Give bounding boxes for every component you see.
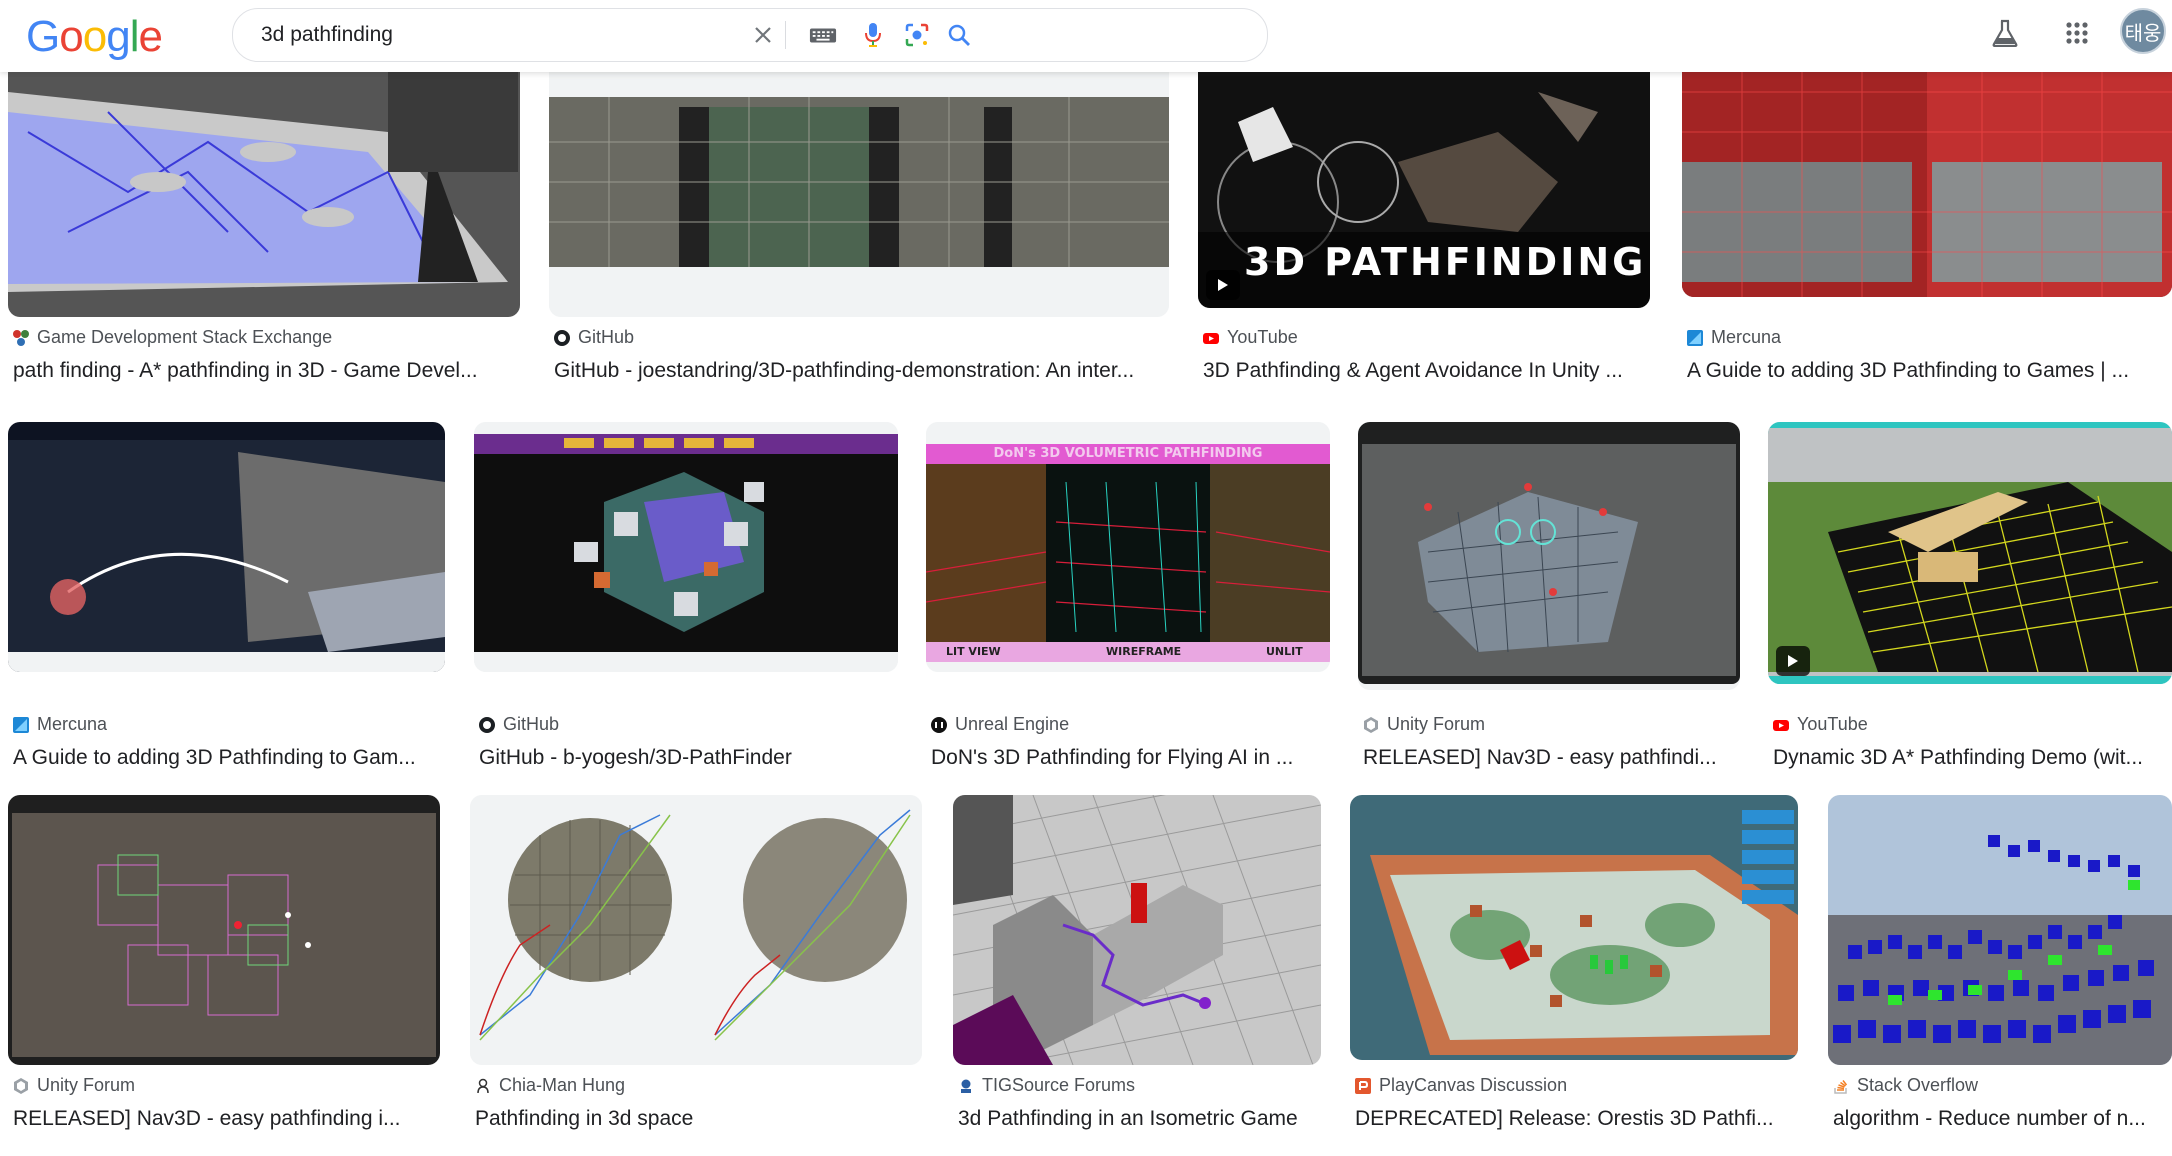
top-bar: Google 태웅 [0, 0, 2172, 72]
result-card[interactable]: Game Development Stack Exchange path fin… [8, 52, 520, 392]
result-thumbnail[interactable] [1768, 422, 2172, 684]
result-thumbnail[interactable] [1358, 422, 1740, 690]
person-icon [477, 1078, 489, 1093]
play-icon [1776, 646, 1810, 676]
result-source[interactable]: Unreal Engine [931, 714, 1069, 735]
result-thumbnail[interactable] [8, 52, 520, 317]
playcanvas-icon [1355, 1077, 1371, 1094]
result-source[interactable]: Mercuna [13, 714, 107, 735]
result-thumbnail[interactable] [8, 795, 440, 1065]
result-title[interactable]: DoN's 3D Pathfinding for Flying AI in ..… [931, 746, 1329, 770]
result-card[interactable]: GitHub GitHub - joestandring/3D-pathfind… [549, 52, 1169, 392]
result-card[interactable]: TIGSource Forums 3d Pathfinding in an Is… [953, 795, 1321, 1156]
result-source[interactable]: Stack Overflow [1833, 1075, 1978, 1096]
thumbnail-label: WIREFRAME [1106, 645, 1182, 658]
result-source[interactable]: Chia-Man Hung [475, 1075, 625, 1096]
github-icon [479, 716, 495, 733]
result-card[interactable]: 3D PATHFINDING YouTube 3D Pathfinding & … [1198, 52, 1650, 392]
result-source[interactable]: Unity Forum [1363, 714, 1485, 735]
result-source[interactable]: PlayCanvas Discussion [1355, 1075, 1567, 1096]
result-title[interactable]: GitHub - joestandring/3D-pathfinding-dem… [554, 359, 1167, 383]
result-title[interactable]: Dynamic 3D A* Pathfinding Demo (wit... [1773, 746, 2170, 770]
search-icon[interactable] [945, 21, 973, 49]
result-source[interactable]: Game Development Stack Exchange [13, 327, 332, 348]
result-card[interactable]: Unity Forum RELEASED] Nav3D - easy pathf… [8, 795, 440, 1156]
result-thumbnail[interactable] [1828, 795, 2172, 1065]
mercuna-icon [1687, 329, 1703, 346]
result-card[interactable]: Unity Forum RELEASED] Nav3D - easy pathf… [1358, 422, 1740, 769]
result-title[interactable]: A Guide to adding 3D Pathfinding to Gam.… [13, 746, 443, 770]
result-title[interactable]: algorithm - Reduce number of n... [1833, 1107, 2170, 1131]
result-card[interactable]: Mercuna A Guide to adding 3D Pathfinding… [1682, 52, 2172, 392]
result-title[interactable]: Pathfinding in 3d space [475, 1107, 920, 1131]
tigsource-icon [961, 1079, 971, 1093]
unity-icon [1364, 716, 1378, 733]
lens-icon[interactable] [903, 21, 931, 49]
result-source[interactable]: YouTube [1773, 714, 1868, 735]
thumbnail-label: UNLIT [1266, 645, 1303, 658]
result-thumbnail[interactable] [953, 795, 1321, 1065]
result-card[interactable]: YouTube Dynamic 3D A* Pathfinding Demo (… [1768, 422, 2172, 769]
result-card[interactable]: DoN's 3D VOLUMETRIC PATHFINDING LIT VIEW… [926, 422, 1330, 769]
apps-icon[interactable] [2060, 16, 2094, 50]
result-title[interactable]: 3d Pathfinding in an Isometric Game [958, 1107, 1319, 1131]
avatar[interactable]: 태웅 [2120, 8, 2166, 54]
result-title[interactable]: A Guide to adding 3D Pathfinding to Game… [1687, 359, 2167, 383]
result-thumbnail[interactable] [8, 422, 445, 672]
unreal-icon [931, 716, 947, 733]
search-box [232, 8, 1268, 62]
github-icon [554, 329, 570, 346]
thumbnail-label: LIT VIEW [946, 645, 1001, 658]
mic-icon[interactable] [859, 21, 887, 49]
clear-icon[interactable] [749, 21, 777, 49]
google-logo[interactable]: Google [26, 12, 163, 62]
result-source[interactable]: TIGSource Forums [958, 1075, 1135, 1096]
search-divider [785, 21, 786, 49]
play-icon [1206, 270, 1240, 300]
result-card[interactable]: Mercuna A Guide to adding 3D Pathfinding… [8, 422, 445, 769]
result-card[interactable]: PlayCanvas Discussion DEPRECATED] Releas… [1350, 795, 1798, 1156]
result-thumbnail[interactable] [470, 795, 922, 1065]
thumbnail-overlay-text: 3D PATHFINDING [1244, 240, 1647, 284]
youtube-icon [1203, 332, 1219, 344]
stackoverflow-icon [1834, 1079, 1848, 1094]
result-title[interactable]: GitHub - b-yogesh/3D-PathFinder [479, 746, 896, 770]
result-title[interactable]: RELEASED] Nav3D - easy pathfinding i... [13, 1107, 438, 1131]
thumbnail-overlay-text: DoN's 3D VOLUMETRIC PATHFINDING [993, 446, 1263, 461]
youtube-icon [1773, 719, 1789, 731]
labs-icon[interactable] [1988, 16, 2022, 50]
result-thumbnail[interactable] [474, 422, 898, 672]
stackexchange-icon [13, 329, 29, 346]
result-thumbnail[interactable] [1350, 795, 1798, 1060]
result-source[interactable]: GitHub [554, 327, 634, 348]
result-title[interactable]: DEPRECATED] Release: Orestis 3D Pathfi..… [1355, 1107, 1795, 1131]
result-source[interactable]: YouTube [1203, 327, 1298, 348]
keyboard-icon[interactable] [809, 21, 837, 49]
result-title[interactable]: RELEASED] Nav3D - easy pathfindi... [1363, 746, 1738, 770]
result-title[interactable]: 3D Pathfinding & Agent Avoidance In Unit… [1203, 359, 1648, 383]
mercuna-icon [13, 716, 29, 733]
result-card[interactable]: Stack Overflow algorithm - Reduce number… [1828, 795, 2172, 1156]
result-thumbnail[interactable] [549, 52, 1169, 317]
result-source[interactable]: Unity Forum [13, 1075, 135, 1096]
unity-icon [14, 1077, 28, 1094]
result-thumbnail[interactable] [1682, 52, 2172, 297]
result-card[interactable]: GitHub GitHub - b-yogesh/3D-PathFinder [474, 422, 898, 769]
result-card[interactable]: Chia-Man Hung Pathfinding in 3d space [470, 795, 922, 1156]
result-title[interactable]: path finding - A* pathfinding in 3D - Ga… [13, 359, 518, 383]
result-source[interactable]: GitHub [479, 714, 559, 735]
result-source[interactable]: Mercuna [1687, 327, 1781, 348]
